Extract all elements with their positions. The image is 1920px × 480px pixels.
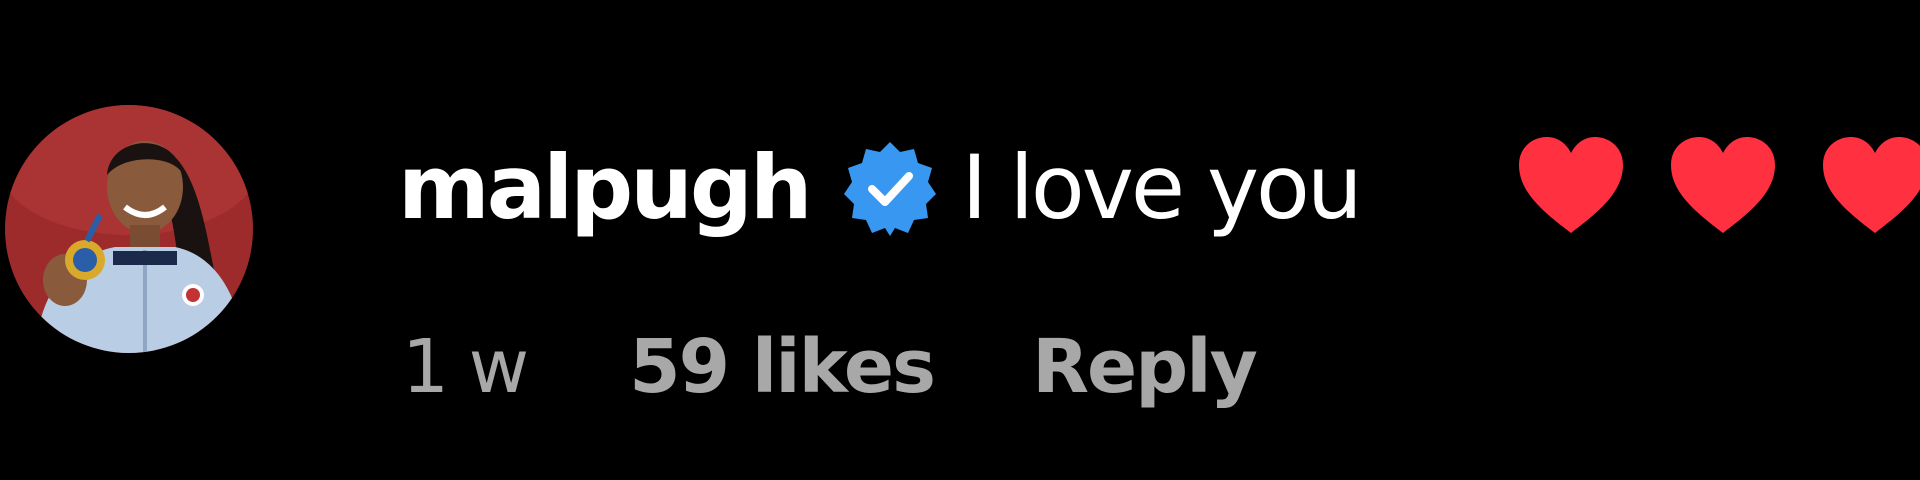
likes-count[interactable]: 59 likes [629,330,936,404]
heart-icon [1515,133,1627,237]
heart-icon [1667,133,1779,237]
heart-icon [1819,133,1920,237]
comment-text: I love you [961,136,1363,239]
username[interactable]: malpugh [398,144,813,232]
emoji-row [1515,133,1920,237]
verified-badge-icon [840,138,940,238]
reply-button[interactable]: Reply [1032,330,1258,404]
comment-main-line: malpugh I love you [398,128,1363,248]
comment-meta: 1 w 59 likes Reply [402,330,1258,404]
timestamp[interactable]: 1 w [402,330,529,404]
avatar-photo [5,105,253,353]
comment: malpugh I love you 1 w 59 likes Reply [0,0,1920,480]
avatar[interactable] [5,105,253,353]
